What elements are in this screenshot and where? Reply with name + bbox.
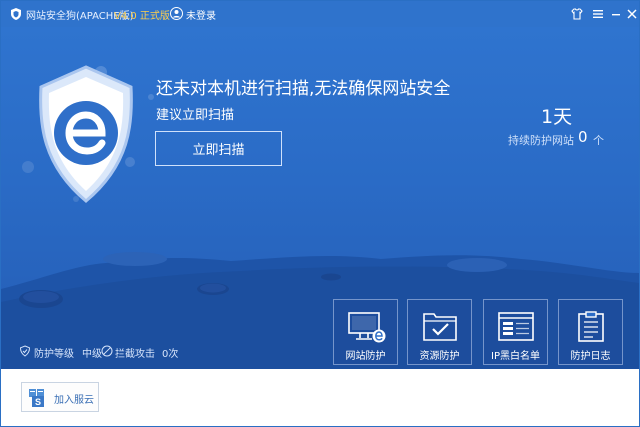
app-version: V4.0 正式版	[114, 11, 170, 22]
blocked-attack-icon	[101, 345, 113, 357]
tile-website-protection[interactable]: 网站防护	[333, 299, 398, 365]
tile-label: IP黑白名单	[491, 351, 540, 362]
app-logo-icon	[11, 8, 21, 20]
protection-level-label: 防护等级	[34, 349, 74, 360]
scan-suggestion: 建议立即扫描	[156, 108, 235, 123]
tile-resource-protection[interactable]: 资源防护	[407, 299, 472, 365]
tile-ip-blacklist-whitelist[interactable]: IP黑白名单	[483, 299, 548, 365]
tile-protection-log[interactable]: 防护日志	[558, 299, 623, 365]
protection-days: 1天	[541, 106, 573, 128]
scan-warning-headline: 还未对本机进行扫描,无法确保网站安全	[156, 79, 451, 99]
hero-panel: 还未对本机进行扫描,无法确保网站安全 建议立即扫描 立即扫描 1天 持续防护网站…	[1, 27, 639, 369]
tile-label: 资源防护	[419, 351, 460, 362]
website-protect-icon	[348, 312, 386, 343]
join-cloud-button[interactable]: S 加入服云	[21, 382, 99, 412]
close-icon[interactable]	[624, 6, 640, 22]
tile-label: 网站防护	[345, 351, 386, 362]
tile-label: 防护日志	[570, 351, 611, 362]
shield-level-icon	[19, 345, 31, 357]
user-icon[interactable]	[170, 7, 183, 20]
blocked-attacks-value: 0次	[162, 349, 179, 360]
protection-level-value[interactable]: 中级	[82, 345, 102, 360]
app-window: 网站安全狗(APACHE版) V4.0 正式版 未登录 还未对本机进行扫描,无法…	[0, 0, 640, 427]
protected-sites-count: 0	[578, 128, 588, 146]
skin-icon[interactable]	[569, 6, 585, 22]
shield-e-logo	[39, 65, 133, 203]
minimize-icon[interactable]	[608, 6, 624, 22]
login-link[interactable]: 未登录	[186, 7, 216, 22]
resource-protect-icon	[423, 313, 457, 341]
protected-sites-label: 持续防护网站	[508, 134, 574, 147]
cloud-server-icon: S	[29, 389, 44, 407]
scan-now-button[interactable]: 立即扫描	[155, 131, 282, 166]
svg-text:S: S	[35, 397, 41, 407]
ip-list-icon	[498, 312, 534, 341]
title-bar[interactable]: 网站安全狗(APACHE版) V4.0 正式版 未登录	[1, 1, 639, 27]
menu-icon[interactable]	[590, 6, 606, 22]
join-cloud-label: 加入服云	[54, 395, 94, 406]
blocked-attacks-label: 拦截攻击	[115, 349, 155, 360]
footer: S 加入服云	[1, 369, 639, 426]
log-icon	[578, 311, 604, 342]
protected-sites-unit: 个	[593, 134, 604, 147]
